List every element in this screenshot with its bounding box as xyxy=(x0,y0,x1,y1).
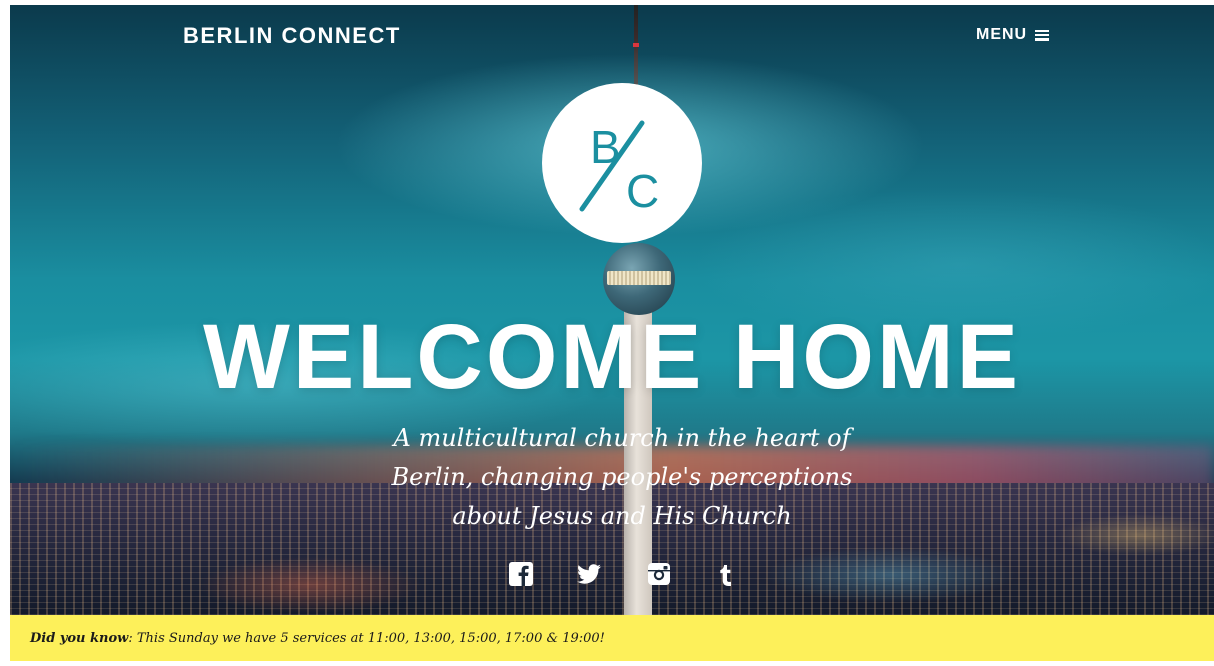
hero-section: BERLIN CONNECT MENU B C WELCOME HOME A m… xyxy=(10,5,1214,615)
logo-letter-b: B xyxy=(590,121,621,173)
tv-tower-antenna xyxy=(633,5,639,87)
instagram-icon[interactable] xyxy=(646,561,672,587)
notice-label: Did you know xyxy=(30,630,129,646)
logo-letter-c: C xyxy=(626,165,659,217)
social-links xyxy=(10,561,1214,591)
tv-tower-ring xyxy=(607,271,671,285)
menu-button[interactable]: MENU xyxy=(976,26,1050,44)
twitter-icon[interactable] xyxy=(576,561,602,587)
notice-banner: Did you know: This Sunday we have 5 serv… xyxy=(10,615,1214,661)
hero-tagline: A multicultural church in the heart of B… xyxy=(391,424,853,530)
hero-title: WELCOME HOME xyxy=(203,306,1021,408)
notice-text: This Sunday we have 5 services at 11:00,… xyxy=(132,630,605,646)
tumblr-icon[interactable] xyxy=(713,561,739,587)
brand-logo-text[interactable]: BERLIN CONNECT xyxy=(183,23,401,49)
hamburger-icon xyxy=(1035,29,1050,41)
bc-logo-mark: B C xyxy=(579,120,659,217)
bc-logo: B C xyxy=(542,83,702,243)
menu-label: MENU xyxy=(976,26,1028,43)
facebook-icon[interactable] xyxy=(508,561,534,587)
page-frame: BERLIN CONNECT MENU B C WELCOME HOME A m… xyxy=(10,5,1214,661)
